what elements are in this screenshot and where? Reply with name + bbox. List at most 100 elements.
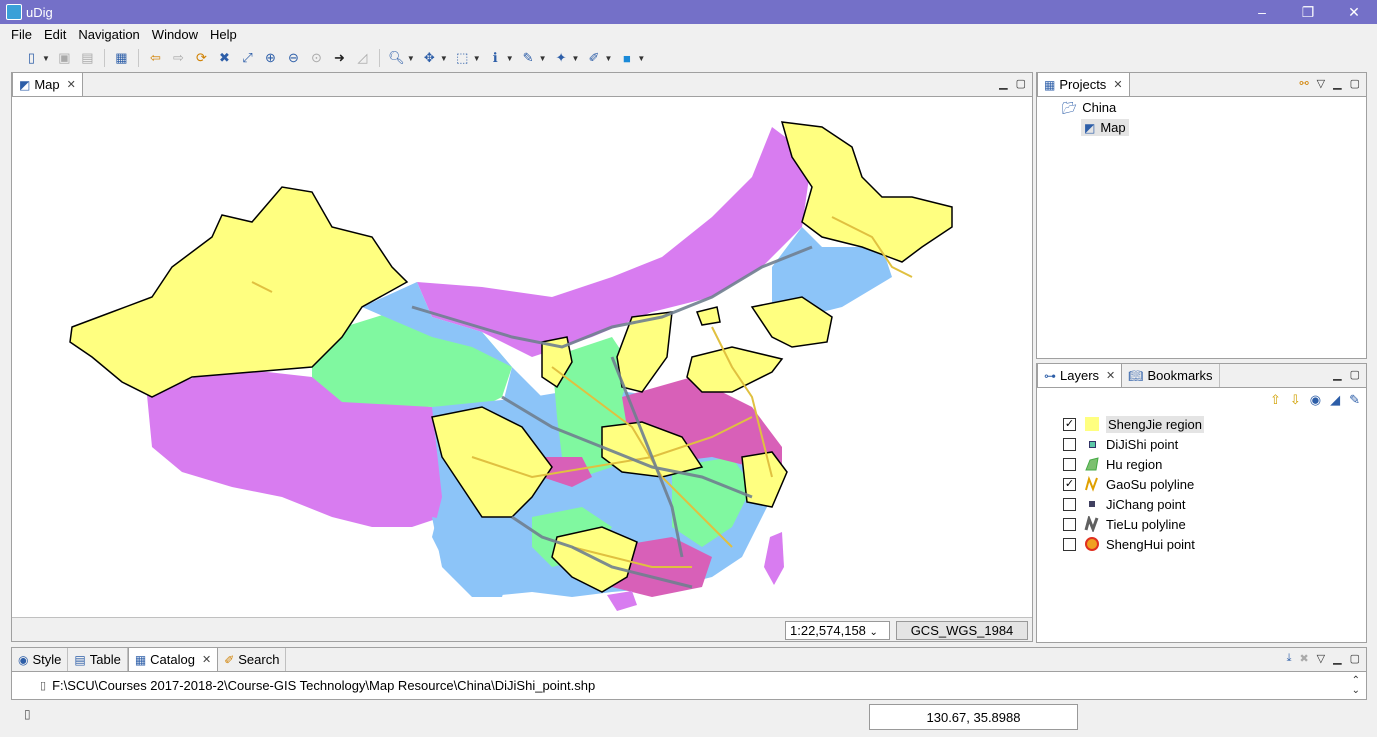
- link-icon[interactable]: ⚯: [1299, 77, 1308, 90]
- view-menu-icon[interactable]: ▽: [1317, 652, 1325, 665]
- close-button[interactable]: ✕: [1331, 0, 1377, 24]
- menu-window[interactable]: Window: [146, 27, 204, 42]
- layer-checkbox[interactable]: ✓: [1063, 477, 1076, 491]
- layer-row[interactable]: ✓ ShengJie region: [1063, 414, 1204, 434]
- save-icon[interactable]: ▣: [55, 49, 74, 68]
- minimize-view-icon[interactable]: ▁: [1333, 652, 1341, 665]
- zoom-in-icon[interactable]: ⊕: [261, 49, 280, 68]
- maximize-view-icon[interactable]: ▢: [1350, 652, 1360, 665]
- tab-projects[interactable]: ▦ Projects ✕: [1037, 72, 1130, 96]
- properties-icon[interactable]: ▦: [112, 49, 131, 68]
- layer-row[interactable]: JiChang point: [1063, 494, 1186, 514]
- tab-bookmarks[interactable]: 📖︎ Bookmarks: [1122, 364, 1220, 387]
- layer-row[interactable]: DiJiShi point: [1063, 434, 1178, 454]
- status-bar: ▯ 130.67, 35.8988: [0, 703, 1377, 737]
- polygon-symbol-icon: [1084, 456, 1100, 472]
- select-tool-icon[interactable]: ⬚: [453, 49, 472, 68]
- chevron-down-icon[interactable]: ▼: [42, 54, 50, 63]
- layer-row[interactable]: ShengHui point: [1063, 534, 1195, 554]
- catalog-icon: ▦: [134, 652, 147, 667]
- main-toolbar: ▯ ▼ ▣ ▤ ▦ ⇦ ⇨ ⟳ ✖ ⤢ ⊕ ⊖ ⊙ ➜ ◿ 🔍︎ ▼ ✥ ▼ ⬚ ▼ ℹ…: [0, 45, 1377, 71]
- menu-navigation[interactable]: Navigation: [72, 27, 145, 42]
- tree-project-china[interactable]: 📂︎ China: [1062, 100, 1116, 115]
- triangle-icon[interactable]: ◢: [1330, 392, 1340, 408]
- tab-table[interactable]: ▤ Table: [68, 648, 128, 671]
- tree-map[interactable]: ◩ Map: [1081, 119, 1129, 136]
- catalog-item[interactable]: ▯ F:\SCU\Courses 2017-2018-2\Course-GIS …: [40, 678, 595, 693]
- layer-row[interactable]: TieLu polyline: [1063, 514, 1186, 534]
- app-icon: [6, 4, 22, 20]
- layer-checkbox[interactable]: [1063, 457, 1076, 471]
- table-icon: ▤: [74, 652, 86, 667]
- tab-layers[interactable]: ⊶ Layers ✕: [1037, 363, 1123, 387]
- close-icon[interactable]: ✕: [202, 653, 211, 666]
- zoom-extent-icon[interactable]: ⤢: [238, 49, 257, 68]
- layers-toolbar: ⇧ ⇩ ◉ ◢ ✎: [1270, 392, 1360, 408]
- crs-display[interactable]: GCS_WGS_1984: [896, 621, 1028, 640]
- map-icon: ◩: [1084, 120, 1096, 135]
- tab-catalog[interactable]: ▦ Catalog ✕: [127, 647, 219, 671]
- next-icon[interactable]: ➜: [330, 49, 349, 68]
- feature-tool-icon[interactable]: ✦: [552, 49, 571, 68]
- minimize-button[interactable]: –: [1239, 0, 1285, 24]
- minimize-view-icon[interactable]: ▁: [1333, 77, 1341, 90]
- style-tool-icon[interactable]: ■: [617, 49, 636, 68]
- close-icon[interactable]: ✕: [67, 78, 76, 91]
- map-status-bar: 1:22,574,158 ⌄ GCS_WGS_1984: [12, 617, 1032, 641]
- menu-edit[interactable]: Edit: [38, 27, 72, 42]
- region-beijing: [695, 306, 721, 326]
- menu-file[interactable]: File: [5, 27, 38, 42]
- maximize-button[interactable]: ❐: [1285, 0, 1331, 24]
- new-view-icon[interactable]: ▯: [24, 707, 31, 721]
- china-map[interactable]: [12, 97, 1032, 617]
- tab-map[interactable]: ◩ Map ✕: [12, 72, 83, 96]
- coordinate-display: 130.67, 35.8988: [869, 704, 1078, 730]
- layer-row[interactable]: ✓ GaoSu polyline: [1063, 474, 1194, 494]
- import-icon[interactable]: ⤓: [1287, 652, 1292, 665]
- layer-checkbox[interactable]: ✓: [1063, 417, 1076, 431]
- zoom-out-icon[interactable]: ⊖: [284, 49, 303, 68]
- scale-selector[interactable]: 1:22,574,158 ⌄: [785, 621, 890, 640]
- move-up-icon[interactable]: ⇧: [1270, 392, 1281, 408]
- minimize-view-icon[interactable]: ▁: [1333, 368, 1341, 381]
- layers-panel: ⊶ Layers ✕ 📖︎ Bookmarks ▁ ▢ ⇧ ⇩ ◉ ◢ ✎ ✓ S…: [1036, 363, 1367, 643]
- back-icon[interactable]: ⇦: [146, 49, 165, 68]
- title-bar: uDig – ❐ ✕: [0, 0, 1377, 24]
- edit-layer-icon[interactable]: ✎: [1349, 392, 1360, 408]
- eraser-icon[interactable]: ◿: [353, 49, 372, 68]
- layer-checkbox[interactable]: [1063, 497, 1076, 511]
- forward-icon[interactable]: ⇨: [169, 49, 188, 68]
- maximize-view-icon[interactable]: ▢: [1350, 77, 1360, 90]
- layer-checkbox[interactable]: [1063, 517, 1076, 531]
- new-icon[interactable]: ▯: [22, 49, 41, 68]
- info-tool-icon[interactable]: ℹ: [486, 49, 505, 68]
- minimize-view-icon[interactable]: ▁: [999, 77, 1007, 90]
- tab-style[interactable]: ◉ Style: [12, 648, 69, 671]
- tab-search[interactable]: ✐ Search: [218, 648, 287, 671]
- brush-tool-icon[interactable]: ✐: [584, 49, 603, 68]
- map-canvas[interactable]: [12, 97, 1032, 617]
- projects-icon: ▦: [1044, 77, 1056, 92]
- zoom-tool-icon[interactable]: 🔍︎: [387, 49, 406, 68]
- view-menu-icon[interactable]: ▽: [1317, 77, 1325, 90]
- layer-row[interactable]: Hu region: [1063, 454, 1162, 474]
- move-down-icon[interactable]: ⇩: [1290, 392, 1301, 408]
- remove-icon[interactable]: ✖: [1299, 652, 1308, 665]
- pan-tool-icon[interactable]: ✥: [420, 49, 439, 68]
- close-icon[interactable]: ✕: [1106, 369, 1115, 382]
- maximize-view-icon[interactable]: ▢: [1016, 77, 1026, 90]
- edit-tool-icon[interactable]: ✎: [519, 49, 538, 68]
- style-icon[interactable]: ◉: [1310, 392, 1321, 408]
- menu-help[interactable]: Help: [204, 27, 243, 42]
- maximize-view-icon[interactable]: ▢: [1350, 368, 1360, 381]
- zoom-selection-icon[interactable]: ⊙: [307, 49, 326, 68]
- layer-checkbox[interactable]: [1063, 537, 1076, 551]
- save-all-icon[interactable]: ▤: [78, 49, 97, 68]
- scroll-arrows[interactable]: ⌃ ⌄: [1352, 676, 1360, 696]
- region-taiwan: [764, 532, 784, 585]
- window-title: uDig: [26, 4, 53, 20]
- layer-checkbox[interactable]: [1063, 437, 1076, 451]
- refresh-icon[interactable]: ⟳: [192, 49, 211, 68]
- close-icon[interactable]: ✕: [1113, 78, 1122, 91]
- stop-icon[interactable]: ✖: [215, 49, 234, 68]
